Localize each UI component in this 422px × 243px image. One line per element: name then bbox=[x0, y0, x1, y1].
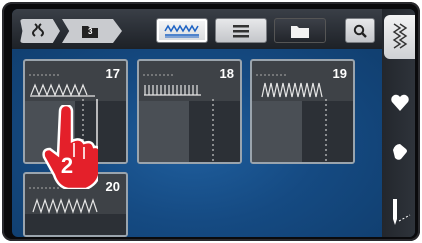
breadcrumb-folder-label: 3 bbox=[88, 27, 93, 36]
stitch-number: 17 bbox=[105, 66, 120, 81]
device-frame: 3 17 18 19 20 2 bbox=[2, 2, 420, 241]
stitch-card-18[interactable]: 18 bbox=[137, 59, 242, 164]
list-view-button[interactable] bbox=[215, 18, 267, 43]
side-tab-stitch[interactable] bbox=[384, 15, 415, 59]
breadcrumb-category[interactable] bbox=[20, 19, 60, 43]
folder-view-button[interactable] bbox=[274, 18, 326, 43]
list-icon bbox=[233, 24, 249, 37]
stitch-number: 19 bbox=[332, 66, 347, 81]
heart-icon bbox=[390, 94, 409, 111]
search-icon bbox=[353, 24, 367, 38]
breadcrumb-folder[interactable]: 3 bbox=[62, 19, 122, 43]
side-tab-manual[interactable] bbox=[384, 134, 415, 168]
search-button[interactable] bbox=[345, 18, 375, 43]
folder-icon bbox=[291, 25, 309, 38]
side-tab-favorites[interactable] bbox=[384, 86, 415, 120]
tap-pointer: 2 bbox=[38, 105, 98, 189]
stitch-view-button[interactable] bbox=[156, 18, 208, 43]
stitch-number: 18 bbox=[219, 66, 234, 81]
stitch-card-19[interactable]: 19 bbox=[250, 59, 355, 164]
top-toolbar: 3 bbox=[12, 9, 382, 49]
stitch-number: 20 bbox=[105, 179, 120, 194]
hand-icon bbox=[392, 144, 407, 160]
side-tab-needle[interactable] bbox=[384, 195, 415, 229]
step-number: 2 bbox=[60, 153, 74, 178]
screen: 3 17 18 19 20 2 bbox=[12, 9, 415, 237]
stitch-pattern-icon bbox=[164, 24, 199, 37]
stitch-icon bbox=[392, 23, 407, 49]
needle-icon bbox=[392, 199, 410, 225]
stitch-category-icon bbox=[32, 23, 44, 37]
